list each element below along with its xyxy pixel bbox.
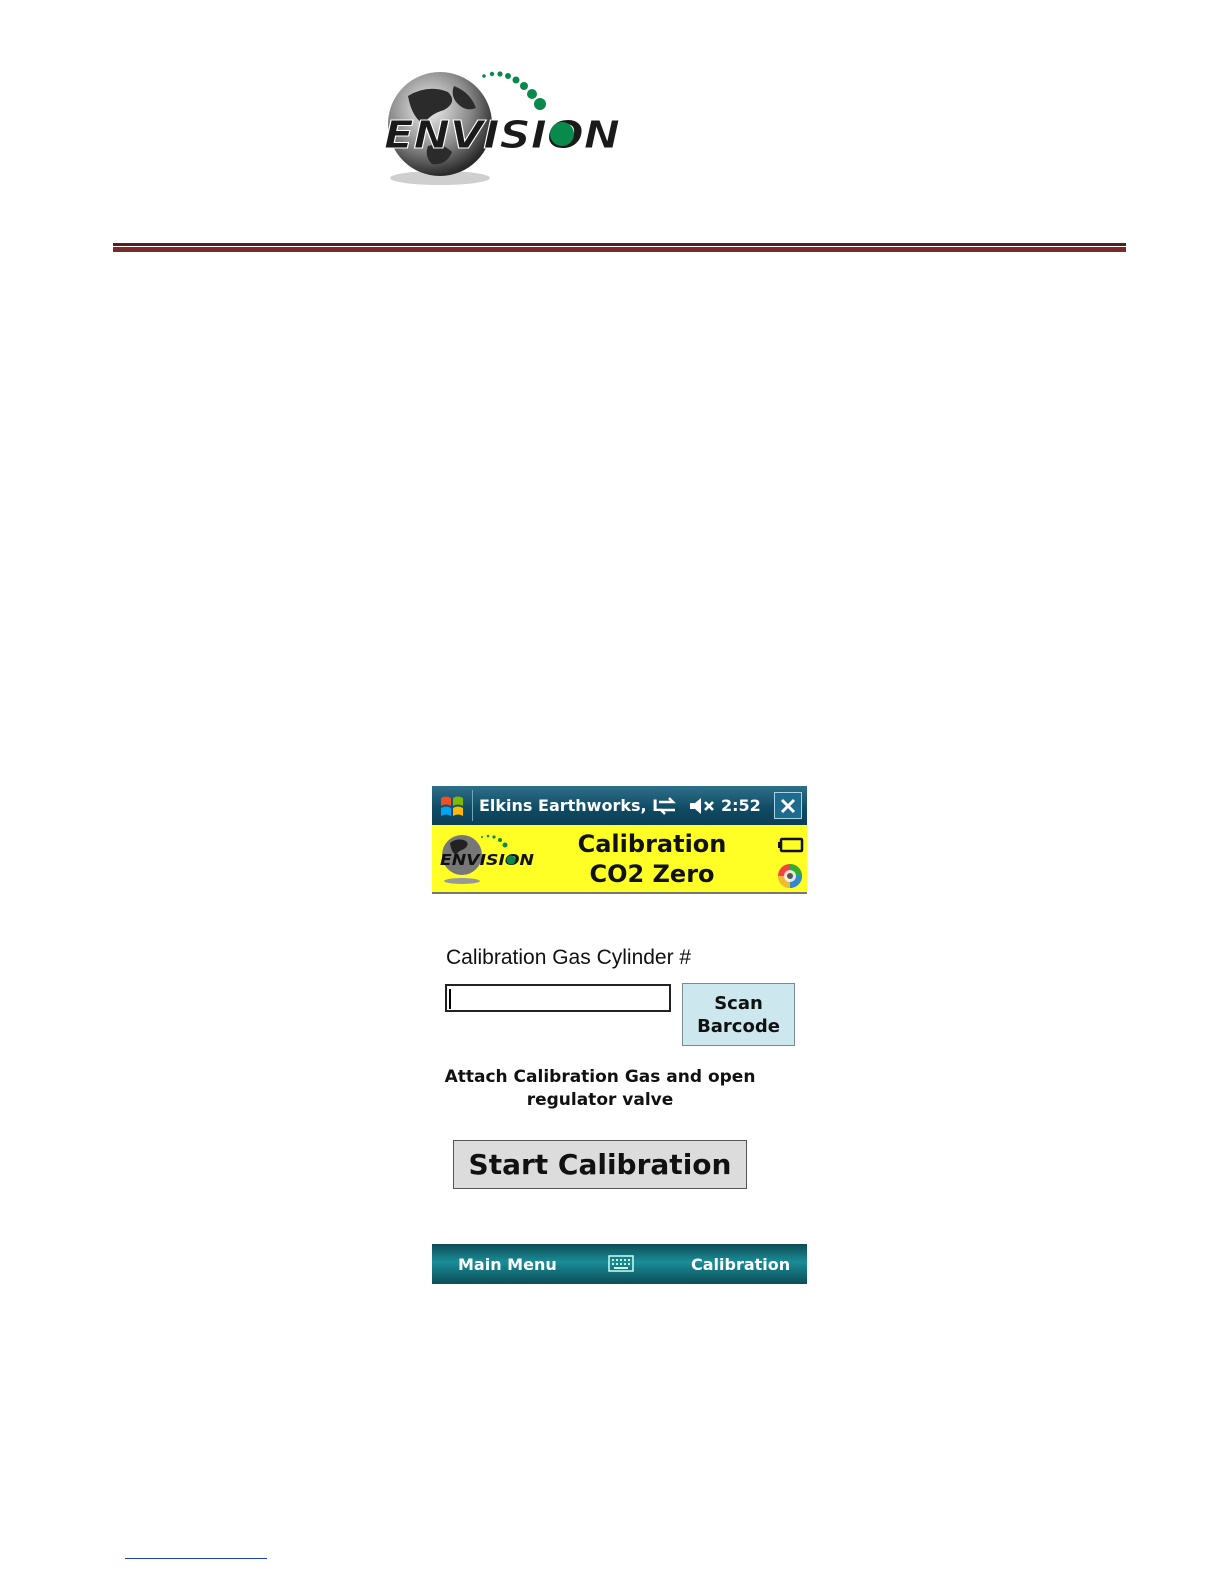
footnote-separator	[125, 1558, 267, 1559]
title-bar: Elkins Earthworks, L 2:52	[432, 786, 807, 825]
clock-time: 2:52	[721, 796, 761, 815]
app-banner: ENVISION Calibration CO2 Zero	[432, 825, 807, 894]
scan-barcode-button[interactable]: Scan Barcode	[682, 983, 795, 1046]
battery-icon	[778, 837, 804, 853]
screen-title-line2: CO2 Zero	[589, 860, 715, 888]
header-rule-thin	[113, 243, 1126, 246]
envision-banner-logo: ENVISION	[440, 834, 535, 884]
start-calibration-button[interactable]: Start Calibration	[453, 1140, 747, 1189]
status-orb-icon[interactable]	[776, 862, 804, 890]
cylinder-number-label: Calibration Gas Cylinder #	[446, 946, 692, 969]
volume-muted-icon[interactable]	[688, 795, 716, 817]
envision-logo-text: ENVISION	[384, 113, 620, 157]
close-button[interactable]	[774, 792, 802, 819]
calibration-instruction: Attach Calibration Gas and open regulato…	[444, 1067, 756, 1110]
text-cursor	[449, 989, 451, 1009]
envision-logo: ENVISION	[378, 66, 624, 192]
screen-title-line1: Calibration	[577, 830, 727, 858]
header-rule-thick	[113, 247, 1126, 252]
banner-logo-text: ENVISION	[440, 851, 535, 869]
keyboard-icon[interactable]	[608, 1255, 634, 1272]
title-divider	[472, 790, 473, 821]
calibration-softkey[interactable]: Calibration	[691, 1255, 790, 1274]
screen-title: Calibration CO2 Zero	[562, 829, 742, 889]
window-title: Elkins Earthworks, L	[479, 796, 663, 815]
softkey-bar: Main Menu Calibration	[432, 1244, 807, 1284]
connectivity-icon[interactable]	[655, 795, 679, 817]
device-screen: Elkins Earthworks, L 2:52 ENVISION Calib…	[432, 786, 807, 1284]
close-icon	[780, 798, 796, 813]
windows-start-icon[interactable]	[438, 792, 466, 820]
main-menu-softkey[interactable]: Main Menu	[458, 1255, 557, 1274]
cylinder-number-input[interactable]	[445, 984, 671, 1012]
